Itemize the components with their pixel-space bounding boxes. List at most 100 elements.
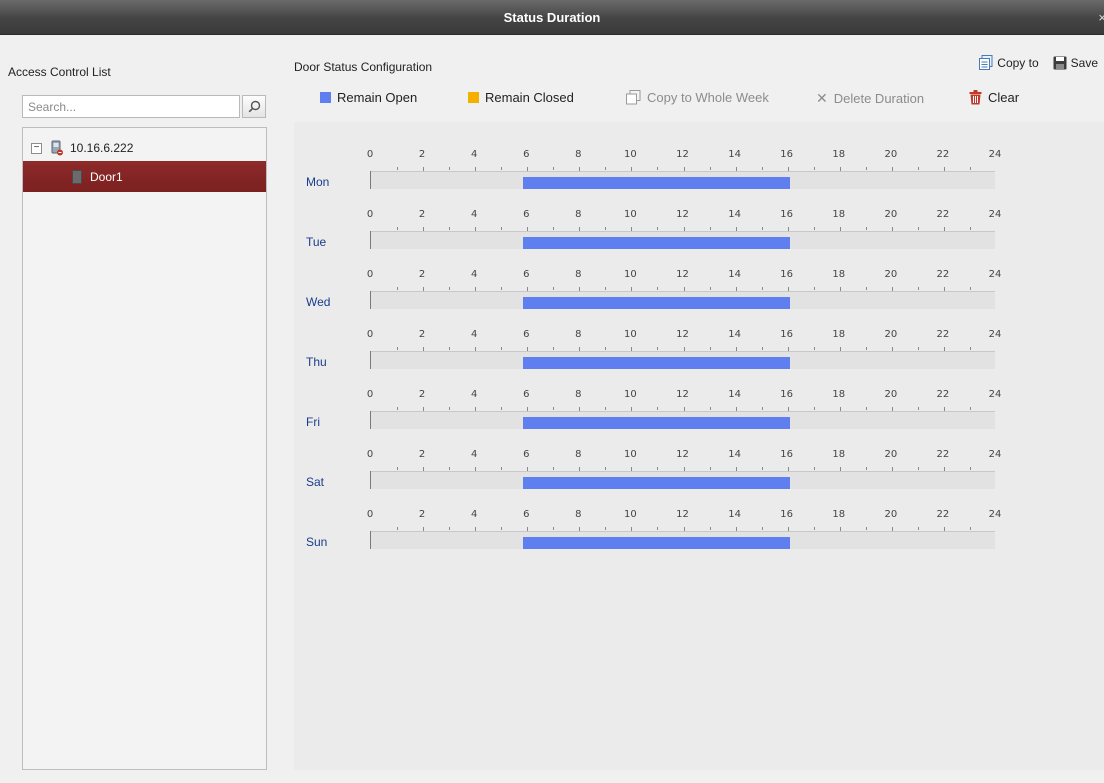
time-bar[interactable] <box>370 347 995 369</box>
hour-tickmark <box>501 347 503 350</box>
hour-tickmark <box>891 227 893 231</box>
hour-tickmark <box>553 467 555 470</box>
duration-segment-remain-open[interactable] <box>523 177 791 189</box>
hour-tickmark <box>865 287 867 290</box>
hour-tick-label: 0 <box>366 509 374 520</box>
duration-segment-remain-open[interactable] <box>523 237 791 249</box>
hour-tickmark <box>865 347 867 350</box>
time-bar[interactable] <box>370 407 995 429</box>
hour-tick-label: 22 <box>936 269 950 280</box>
hour-tick-label: 16 <box>780 509 794 520</box>
hour-tick-label: 8 <box>575 509 582 520</box>
hour-tickmark <box>943 467 945 471</box>
close-icon[interactable]: × <box>1098 0 1104 35</box>
duration-segment-remain-open[interactable] <box>523 357 791 369</box>
duration-segment-remain-open[interactable] <box>523 297 791 309</box>
copy-to-button[interactable]: Copy to <box>979 55 1039 70</box>
remain-open-tool[interactable]: Remain Open <box>320 90 417 105</box>
hour-tickmark <box>397 167 399 170</box>
hour-tickmark <box>423 227 425 231</box>
hour-tick-label: 4 <box>470 149 478 160</box>
duration-segment-remain-open[interactable] <box>523 417 791 429</box>
hour-tick-label: 6 <box>523 269 530 280</box>
search-button[interactable] <box>242 95 266 118</box>
copy-to-whole-week-button[interactable]: Copy to Whole Week <box>626 90 769 105</box>
tree-node-device[interactable]: − 10.16.6.222 <box>23 136 266 160</box>
remain-closed-tool[interactable]: Remain Closed <box>468 90 574 105</box>
device-label: 10.16.6.222 <box>70 141 134 155</box>
time-bar[interactable] <box>370 227 995 249</box>
hour-tickmark <box>761 287 763 290</box>
time-bar[interactable] <box>370 527 995 549</box>
hour-tickmark <box>579 527 581 531</box>
hour-tickmark <box>579 467 581 471</box>
hour-tick-label: 22 <box>936 389 950 400</box>
hour-tickmark <box>943 347 945 351</box>
window-title: Status Duration <box>503 10 601 25</box>
day-row-sun: Sun 0 2 4 6 8 10 12 14 16 18 20 22 24 <box>294 497 1104 557</box>
hour-tick-label: 0 <box>366 209 374 220</box>
save-button[interactable]: Save <box>1053 56 1098 70</box>
remain-closed-swatch <box>468 92 479 103</box>
time-bar[interactable] <box>370 467 995 489</box>
day-row-thu: Thu 0 2 4 6 8 10 12 14 16 18 20 22 24 <box>294 317 1104 377</box>
hour-tick-label: 18 <box>832 149 846 160</box>
hour-tickmark <box>813 287 815 290</box>
tree-node-door1[interactable]: Door1 <box>23 161 266 192</box>
hour-tickmark <box>969 527 971 530</box>
hour-tickmark <box>449 227 451 230</box>
weekly-schedule: Mon 0 2 4 6 8 10 12 14 16 18 20 22 24 Tue 0 2 4 6 8 10 12 14 16… <box>294 122 1104 770</box>
delete-duration-button[interactable]: ✕ Delete Duration <box>816 90 924 107</box>
hour-tickmark <box>657 407 659 410</box>
hour-tickmark <box>709 347 711 350</box>
hour-tick-label: 2 <box>418 389 426 400</box>
hour-tickmark <box>631 407 633 411</box>
schedule-toolbar: Remain Open Remain Closed Copy to Whole … <box>320 90 1040 110</box>
search-input[interactable] <box>22 95 240 118</box>
hour-tickmark <box>917 227 919 230</box>
duration-segment-remain-open[interactable] <box>523 537 791 549</box>
duration-segment-remain-open[interactable] <box>523 477 791 489</box>
hour-tickmark <box>891 467 893 471</box>
hour-tickmark <box>579 407 581 411</box>
hour-tickmark <box>527 347 529 351</box>
hour-tick-label: 12 <box>676 389 689 400</box>
time-bar[interactable] <box>370 167 995 189</box>
clear-button[interactable]: Clear <box>969 90 1019 105</box>
hour-tickmark <box>527 407 529 411</box>
hour-tick-label: 2 <box>418 269 426 280</box>
hour-tick-label: 4 <box>470 209 478 220</box>
top-actions: Copy to Save <box>979 55 1098 70</box>
hour-tick-label: 12 <box>676 449 689 460</box>
collapse-icon[interactable]: − <box>31 142 42 154</box>
day-row-sat: Sat 0 2 4 6 8 10 12 14 16 18 20 22 24 <box>294 437 1104 497</box>
hour-tickmark <box>605 407 607 410</box>
hour-tick-label: 24 <box>988 389 1002 400</box>
hour-tick-label: 14 <box>728 149 741 160</box>
hour-tick-label: 8 <box>575 269 582 280</box>
hour-tickmark <box>449 407 451 410</box>
hour-tickmark <box>865 527 867 530</box>
hour-tickmark <box>813 347 815 350</box>
hour-tickmark <box>397 287 399 290</box>
time-bar[interactable] <box>370 287 995 309</box>
hour-tick-label: 0 <box>366 149 374 160</box>
hour-tickmark <box>657 287 659 290</box>
hour-tickmark <box>553 227 555 230</box>
hour-tickmark <box>423 527 425 531</box>
hour-tickmark <box>657 167 659 170</box>
hour-tickmark <box>527 167 529 171</box>
hour-tickmark <box>449 347 451 350</box>
copy-icon <box>979 55 993 70</box>
hour-tickmark <box>839 347 841 351</box>
day-label: Tue <box>306 235 327 249</box>
hour-tickmark <box>813 167 815 170</box>
hour-tickmark <box>735 287 737 291</box>
hour-tick-label: 22 <box>936 149 950 160</box>
hour-tickmark <box>709 527 711 530</box>
hour-tick-label: 14 <box>728 449 741 460</box>
hour-tickmark <box>761 467 763 470</box>
hour-tickmark <box>839 407 841 411</box>
hour-tick-label: 16 <box>780 149 794 160</box>
title-bar: Status Duration × <box>0 0 1104 35</box>
